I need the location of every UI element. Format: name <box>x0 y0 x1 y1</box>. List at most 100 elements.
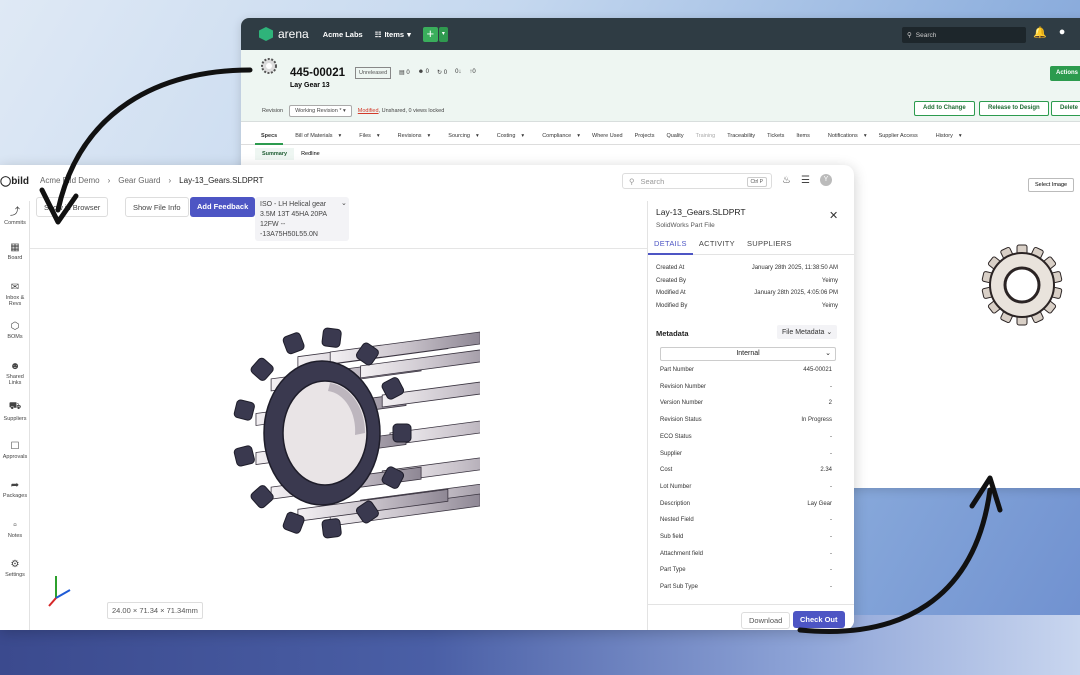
select-image-button[interactable]: Select Image <box>1028 178 1075 192</box>
tab-suppliers[interactable]: SUPPLIERS <box>741 237 798 255</box>
metadata-row: Supplier - <box>660 450 832 457</box>
commit-icon: ⤴ <box>10 207 20 218</box>
tab-sourcing[interactable]: Sourcing ▾ <box>436 128 484 145</box>
up-count[interactable]: ↑0 <box>469 69 475 76</box>
search-shortcut: Ctrl P <box>746 177 767 187</box>
arena-search-input[interactable]: ⚲ Search <box>902 27 1026 43</box>
arena-logo-icon <box>259 27 273 41</box>
add-to-change-button[interactable]: Add to Change <box>914 101 975 116</box>
database-icon[interactable]: ☰ <box>801 175 810 186</box>
truck-icon: ⛟ <box>8 401 22 412</box>
header-stats: ▤ 0 ☻ 0 ↻ 0 0↓ ↑0 <box>399 69 476 76</box>
sidebar-item-commits[interactable]: ⤴ Commits <box>0 203 30 226</box>
tab-activity[interactable]: ACTIVITY <box>693 237 741 255</box>
arena-subtabs: Summary Redline <box>255 148 327 160</box>
close-icon[interactable]: ✕ <box>829 209 838 222</box>
users-count[interactable]: ☻ 0 <box>418 69 429 76</box>
metadata-dropdown[interactable]: File Metadata ⌄ <box>777 325 838 339</box>
tab-training[interactable]: Training <box>690 128 722 145</box>
breadcrumb-folder[interactable]: Gear Guard <box>118 176 160 185</box>
modified-link[interactable]: Modified <box>358 108 379 114</box>
detail-row: Modified At January 28th 2025, 4:05:06 PM <box>656 290 838 296</box>
gear-3d-model[interactable] <box>210 295 480 565</box>
delete-button[interactable]: Delete <box>1051 101 1080 116</box>
org-name[interactable]: Acme Labs <box>323 30 363 39</box>
tab-bom[interactable]: Bill of Materials ▾ <box>283 128 347 145</box>
search-icon: ⚲ <box>907 32 912 39</box>
bild-logo[interactable]: ◯bild <box>0 176 29 187</box>
sidebar-item-board[interactable]: ▦ Board <box>0 242 30 261</box>
user-icon[interactable]: ● <box>1059 26 1066 39</box>
revision-select[interactable]: Working Revision * ▾ <box>289 105 352 117</box>
tab-details[interactable]: DETAILS <box>648 237 693 255</box>
add-feedback-button[interactable]: Add Feedback <box>190 197 256 217</box>
tab-compliance[interactable]: Compliance ▾ <box>530 128 586 145</box>
avatar[interactable]: Y <box>819 174 832 186</box>
check-out-button[interactable]: Check Out <box>793 611 845 628</box>
subtab-redline[interactable]: Redline <box>294 148 327 160</box>
panel-subtitle: SolidWorks Part File <box>656 222 715 229</box>
tab-history[interactable]: History ▾ <box>924 128 968 145</box>
items-menu[interactable]: ☷ Items ▾ <box>375 30 411 39</box>
show-in-browser-button[interactable]: Show in Browser <box>36 197 109 217</box>
tab-specs[interactable]: Specs <box>255 128 284 145</box>
tab-supplier-access[interactable]: Supplier Access <box>873 128 924 145</box>
bell-icon[interactable]: ♨ <box>782 175 791 186</box>
sidebar-item-settings[interactable]: ⚙ Settings <box>0 559 30 578</box>
files-count[interactable]: ▤ 0 <box>399 69 410 76</box>
tab-quality[interactable]: Quality <box>660 128 689 145</box>
sidebar-item-packages[interactable]: ➦ Packages <box>0 480 30 499</box>
breadcrumb-project[interactable]: Acme Bild Demo <box>40 176 100 185</box>
sidebar-item-notes[interactable]: ▫ Notes <box>0 520 30 539</box>
chevron-down-icon: ⌄ <box>825 350 831 357</box>
part-number: 445-00021 <box>290 67 345 79</box>
create-dropdown[interactable]: ▾ <box>438 26 448 42</box>
status-badge: Unreleased <box>355 67 392 79</box>
tab-items[interactable]: Items <box>790 128 815 145</box>
metadata-row: Nested Field - <box>660 517 832 524</box>
sidebar-item-boms[interactable]: ⬡ BOMs <box>0 321 30 340</box>
part-thumbnail <box>261 58 277 74</box>
internal-select[interactable]: Internal ⌄ <box>660 347 836 361</box>
subtab-summary[interactable]: Summary <box>255 148 295 160</box>
sidebar-item-inbox[interactable]: ✉ Inbox & Revs <box>0 282 30 307</box>
panel-footer: Download Check Out <box>648 604 854 630</box>
tab-notifications[interactable]: Notifications ▾ <box>816 128 873 145</box>
file-details-panel: Lay-13_Gears.SLDPRT ✕ SolidWorks Part Fi… <box>647 201 854 630</box>
tab-files[interactable]: Files ▾ <box>347 128 385 145</box>
revision-row: Revision Working Revision * ▾ Modified, … <box>262 105 444 117</box>
tab-revisions[interactable]: Revisions ▾ <box>386 128 437 145</box>
arena-logo[interactable]: arena <box>259 27 309 41</box>
release-to-design-button[interactable]: Release to Design <box>979 101 1049 116</box>
tab-where-used[interactable]: Where Used <box>586 128 629 145</box>
sync-count[interactable]: ↻ 0 <box>437 69 447 76</box>
sidebar-item-approvals[interactable]: ☐ Approvals <box>0 441 30 460</box>
download-button[interactable]: Download <box>741 612 791 629</box>
create-button[interactable]: + <box>422 26 438 42</box>
arena-tabs: Specs Bill of Materials ▾ Files ▾ Revision… <box>241 128 1080 145</box>
search-icon: ⚲ <box>629 176 635 186</box>
bild-search-input[interactable]: ⚲ Search Ctrl P <box>622 173 772 189</box>
tab-projects[interactable]: Projects <box>629 128 661 145</box>
actions-button[interactable]: Actions <box>1050 66 1080 81</box>
users-icon: ☻ <box>9 361 21 372</box>
iso-description[interactable]: ISO - LH Helical gear 3.5M 13T 45HA 20PA… <box>255 197 349 241</box>
tab-costing[interactable]: Costing ▾ <box>485 128 530 145</box>
share-icon: ➦ <box>10 480 20 491</box>
arena-top-icons: 🔔 ● <box>1033 26 1065 39</box>
tab-traceability[interactable]: Traceability <box>721 128 761 145</box>
metadata-row: Cost 2.34 <box>660 467 832 474</box>
metadata-row: Revision Status In Progress <box>660 417 832 424</box>
panel-tabs: DETAILS ACTIVITY SUPPLIERS <box>648 237 854 255</box>
metadata-row: Part Type - <box>660 567 832 574</box>
sidebar-item-suppliers[interactable]: ⛟ Suppliers <box>0 401 30 422</box>
show-file-info-button[interactable]: Show File Info <box>125 197 189 217</box>
down-count[interactable]: 0↓ <box>455 69 461 76</box>
breadcrumb-file: Lay-13_Gears.SLDPRT <box>179 176 264 185</box>
bell-icon[interactable]: 🔔 <box>1033 26 1047 39</box>
toolbar-divider <box>30 248 647 249</box>
tab-tickets[interactable]: Tickets <box>761 128 790 145</box>
sidebar-item-shared-links[interactable]: ☻ Shared Links <box>0 361 30 386</box>
bild-header-icons: ♨ ☰ Y <box>782 174 832 186</box>
metadata-row: Description Lay Gear <box>660 500 832 507</box>
